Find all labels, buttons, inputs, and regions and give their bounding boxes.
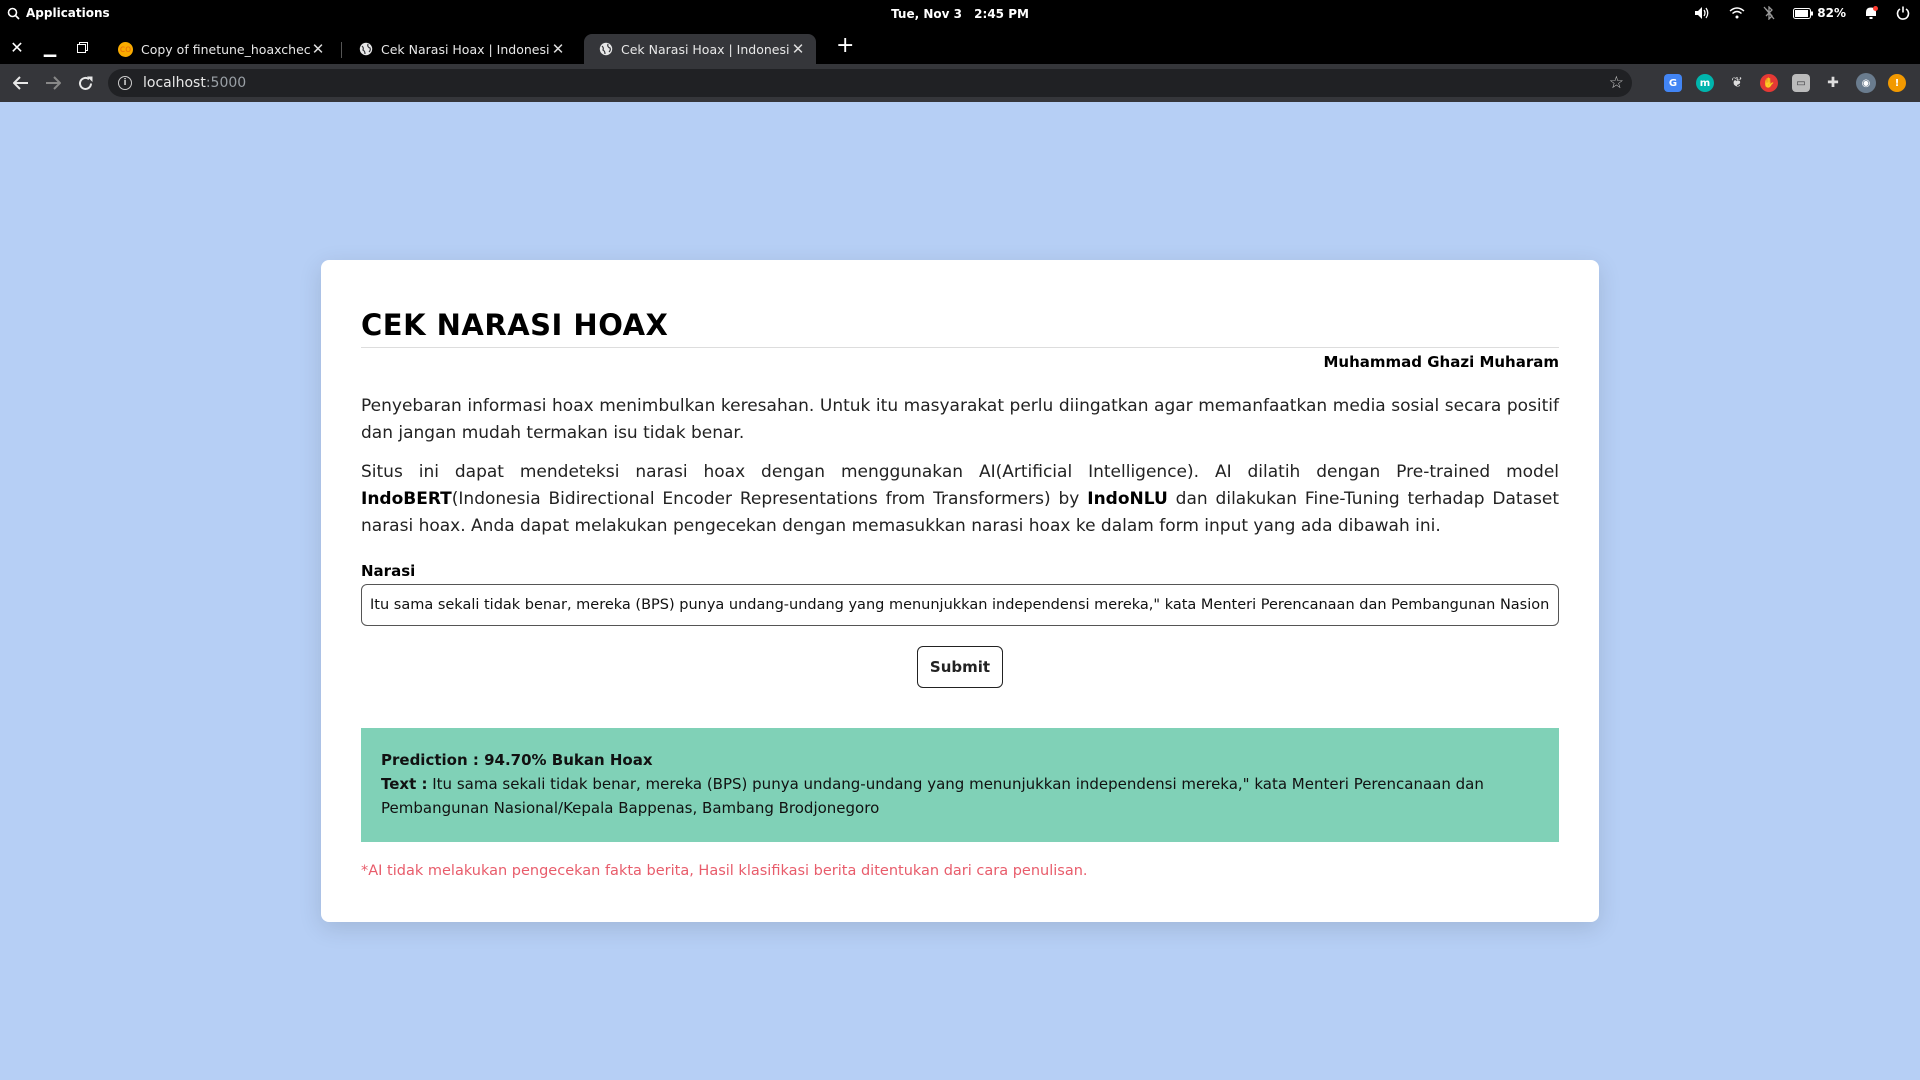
submit-wrap: Submit (361, 646, 1559, 688)
description-text-1: Situs ini dapat mendeteksi narasi hoax d… (361, 462, 1559, 482)
address-url[interactable]: localhost:5000 (143, 75, 246, 91)
power-icon[interactable] (1896, 6, 1910, 20)
system-tray: 82% (1695, 6, 1910, 20)
url-host: localhost (143, 75, 206, 91)
narasi-input[interactable] (361, 584, 1559, 626)
url-port: :5000 (205, 75, 247, 91)
globe-icon (358, 42, 373, 57)
volume-icon[interactable] (1695, 7, 1711, 19)
wifi-icon[interactable] (1729, 7, 1745, 19)
clock[interactable]: Tue, Nov 3 2:45 PM (0, 7, 1920, 21)
tab-title: Cek Narasi Hoax | Indonesia (621, 41, 790, 57)
swirl-extension-icon[interactable]: ❦ (1728, 74, 1746, 92)
prediction-result-box: Prediction : 94.70% Bukan Hoax Text : It… (361, 728, 1559, 842)
disclaimer-note: *AI tidak melakukan pengecekan fakta ber… (361, 863, 1088, 879)
page-title: CEK NARASI HOAX (361, 308, 1559, 348)
close-tab-icon[interactable]: ✕ (790, 40, 806, 58)
bluetooth-off-icon[interactable] (1763, 6, 1775, 20)
tab-cek-narasi-hoax[interactable]: Cek Narasi Hoax | Indonesia ✕ (344, 34, 576, 64)
tab-strip: ✕ ▁ co Copy of finetune_hoaxchecker.ip ✕… (0, 30, 1920, 64)
intro-paragraph: Penyebaran informasi hoax menimbulkan ke… (361, 396, 1559, 443)
indonlu-label: IndoNLU (1087, 489, 1168, 509)
minimize-window-icon[interactable]: ▁ (40, 37, 60, 57)
battery-percent: 82% (1817, 6, 1846, 20)
site-info-icon[interactable]: i (118, 76, 132, 90)
result-text: Text : Itu sama sekali tidak benar, mere… (381, 772, 1539, 820)
battery-icon (1793, 7, 1814, 19)
stop-hand-extension-icon[interactable]: ✋ (1760, 74, 1778, 92)
restore-window-icon[interactable] (72, 37, 92, 57)
profile-avatar[interactable]: ◉ (1856, 73, 1876, 93)
reload-icon[interactable] (74, 72, 96, 94)
submit-button[interactable]: Submit (917, 646, 1003, 688)
result-text-value: Itu sama sekali tidak benar, mereka (BPS… (381, 775, 1484, 817)
battery-indicator[interactable]: 82% (1793, 6, 1846, 20)
tab-colab-notebook[interactable]: co Copy of finetune_hoaxchecker.ip ✕ (104, 34, 336, 64)
indobert-label: IndoBERT (361, 489, 452, 509)
back-arrow-icon[interactable] (10, 72, 32, 94)
close-tab-icon[interactable]: ✕ (550, 40, 566, 58)
os-top-bar: Applications Tue, Nov 3 2:45 PM 82% (0, 0, 1920, 30)
description-paragraph: Situs ini dapat mendeteksi narasi hoax d… (361, 459, 1559, 540)
tab-title: Copy of finetune_hoaxchecker.ip (141, 41, 310, 57)
result-text-label: Text : (381, 775, 428, 793)
tab-divider (341, 42, 342, 58)
update-alert-icon[interactable]: ! (1888, 74, 1906, 92)
main-card: CEK NARASI HOAX Muhammad Ghazi Muharam P… (321, 260, 1599, 922)
forward-arrow-icon[interactable] (42, 72, 64, 94)
narasi-label: Narasi (361, 562, 416, 580)
m-extension-icon[interactable]: m (1696, 74, 1714, 92)
close-tab-icon[interactable]: ✕ (310, 40, 326, 58)
time-text: 2:45 PM (974, 7, 1029, 21)
close-window-icon[interactable]: ✕ (7, 37, 27, 57)
prediction-text: Prediction : 94.70% Bukan Hoax (381, 751, 653, 769)
date-text: Tue, Nov 3 (891, 7, 962, 21)
tab-title: Cek Narasi Hoax | Indonesia (381, 41, 550, 57)
author-name: Muhammad Ghazi Muharam (1323, 353, 1559, 371)
browser-toolbar: i localhost:5000 ☆ G m ❦ ✋ ▭ ✚ ◉ ! (0, 64, 1920, 102)
bookmark-star-icon[interactable]: ☆ (1609, 73, 1624, 93)
description-text-2: (Indonesia Bidirectional Encoder Represe… (451, 489, 1088, 509)
colab-icon: co (118, 41, 133, 57)
puzzle-extensions-icon[interactable]: ✚ (1824, 74, 1842, 92)
google-translate-extension-icon[interactable]: G (1664, 74, 1682, 92)
address-bar[interactable]: i localhost:5000 ☆ (108, 69, 1632, 97)
globe-icon (598, 42, 613, 57)
new-tab-plus-icon[interactable]: + (836, 35, 854, 57)
notification-bell-icon[interactable] (1864, 6, 1878, 20)
media-extension-icon[interactable]: ▭ (1792, 74, 1810, 92)
tab-cek-narasi-hoax-active[interactable]: Cek Narasi Hoax | Indonesia ✕ (584, 34, 816, 64)
